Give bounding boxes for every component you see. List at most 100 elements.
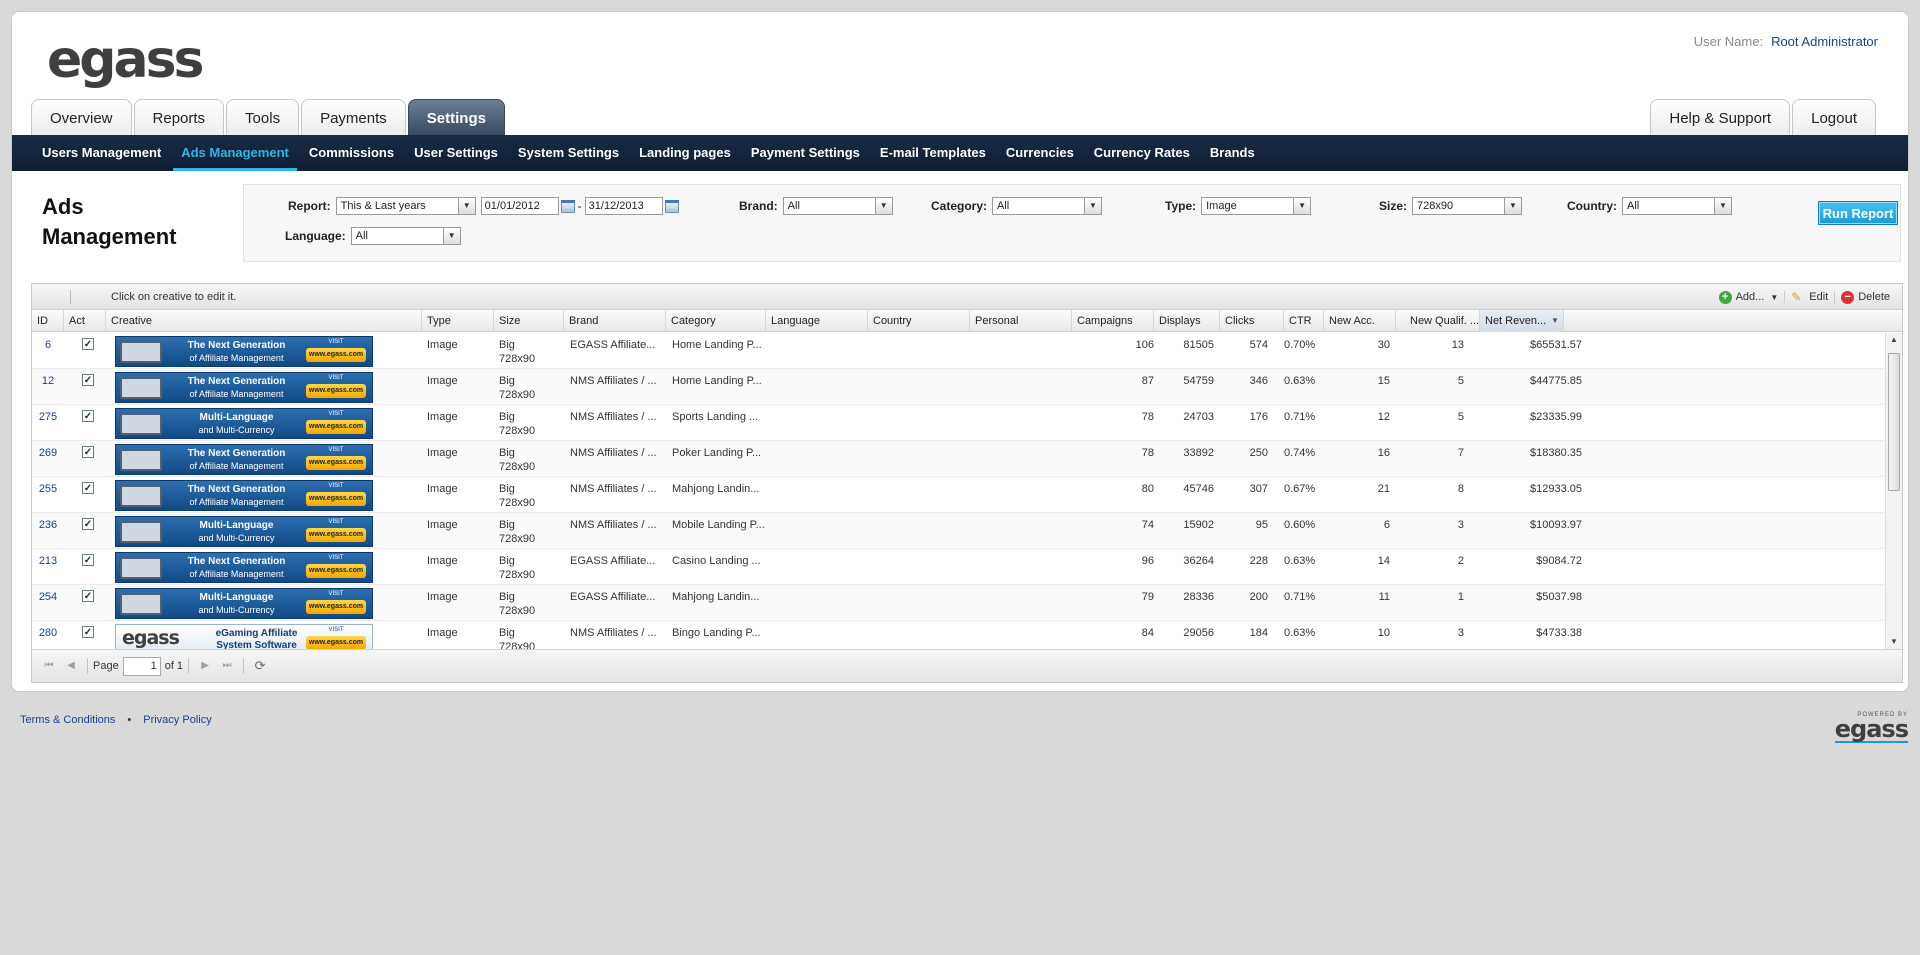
active-checkbox[interactable]: ✓ <box>82 410 94 422</box>
first-page-icon[interactable]: ⏮ <box>41 658 57 674</box>
row-id[interactable]: 213 <box>32 554 64 568</box>
subnav-payment-settings[interactable]: Payment Settings <box>751 135 860 171</box>
creative-banner[interactable]: egass eGaming Affiliate System Software VIS… <box>115 624 373 649</box>
creative-banner[interactable]: The Next Generation of Affiliate Manageme… <box>115 480 373 511</box>
date-from-input[interactable]: 01/01/2012 <box>480 197 559 215</box>
table-row[interactable]: 280 ✓ egass eGaming Affiliate System Softwar… <box>32 621 1885 649</box>
table-row[interactable]: 255 ✓ The Next Generation of Affiliate Mana… <box>32 477 1885 513</box>
subnav-users-management[interactable]: Users Management <box>42 135 161 171</box>
subnav-brands[interactable]: Brands <box>1210 135 1255 171</box>
col-header-creative[interactable]: Creative <box>106 310 422 332</box>
calendar-icon[interactable] <box>560 199 575 213</box>
tab-overview[interactable]: Overview <box>31 99 132 137</box>
active-checkbox[interactable]: ✓ <box>82 554 94 566</box>
tab-reports[interactable]: Reports <box>133 99 225 137</box>
subnav-commissions[interactable]: Commissions <box>309 135 394 171</box>
row-id[interactable]: 269 <box>32 446 64 460</box>
col-header-clicks[interactable]: Clicks <box>1220 310 1284 332</box>
scrollbar-thumb[interactable] <box>1888 353 1900 491</box>
col-header-net-revenue[interactable]: Net Reven... ▼ <box>1480 310 1564 332</box>
row-id[interactable]: 275 <box>32 410 64 424</box>
col-header-personal[interactable]: Personal <box>970 310 1072 332</box>
creative-banner[interactable]: The Next Generation of Affiliate Manageme… <box>115 552 373 583</box>
subnav-currency-rates[interactable]: Currency Rates <box>1094 135 1190 171</box>
language-select[interactable]: All <box>350 227 461 245</box>
col-header-displays[interactable]: Displays <box>1154 310 1220 332</box>
active-checkbox[interactable]: ✓ <box>82 518 94 530</box>
date-to-input[interactable]: 31/12/2013 <box>584 197 663 215</box>
refresh-icon[interactable]: ⟳ <box>252 658 268 674</box>
active-checkbox[interactable]: ✓ <box>82 446 94 458</box>
edit-button[interactable]: ✎ Edit <box>1784 291 1834 303</box>
col-header-type[interactable]: Type <box>422 310 494 332</box>
subnav-currencies[interactable]: Currencies <box>1006 135 1074 171</box>
active-checkbox[interactable]: ✓ <box>82 374 94 386</box>
tab-logout[interactable]: Logout <box>1792 99 1876 137</box>
creative-banner[interactable]: The Next Generation of Affiliate Manageme… <box>115 336 373 367</box>
next-page-icon[interactable]: ▶ <box>197 658 213 674</box>
table-row[interactable]: 6 ✓ The Next Generation of Affiliate Manage… <box>32 333 1885 369</box>
creative-banner[interactable]: The Next Generation of Affiliate Manageme… <box>115 372 373 403</box>
privacy-link[interactable]: Privacy Policy <box>143 714 211 726</box>
col-header-act[interactable]: Act <box>64 310 106 332</box>
subnav-system-settings[interactable]: System Settings <box>518 135 619 171</box>
category-select[interactable]: All <box>992 197 1103 215</box>
active-checkbox[interactable]: ✓ <box>82 482 94 494</box>
col-header-new-acc[interactable]: New Acc. <box>1324 310 1396 332</box>
col-header-id[interactable]: ID <box>32 310 64 332</box>
last-page-icon[interactable]: ⏭ <box>219 658 235 674</box>
active-checkbox[interactable]: ✓ <box>82 338 94 350</box>
row-id[interactable]: 255 <box>32 482 64 496</box>
col-header-ctr[interactable]: CTR <box>1284 310 1324 332</box>
col-header-size[interactable]: Size <box>494 310 564 332</box>
tab-tools[interactable]: Tools <box>226 99 300 137</box>
active-checkbox[interactable]: ✓ <box>82 590 94 602</box>
table-row[interactable]: 269 ✓ The Next Generation of Affiliate Mana… <box>32 441 1885 477</box>
subnav-email-templates[interactable]: E-mail Templates <box>880 135 986 171</box>
col-header-brand[interactable]: Brand <box>564 310 666 332</box>
delete-button[interactable]: − Delete <box>1834 290 1896 304</box>
egass-logo[interactable]: egass <box>47 34 204 86</box>
prev-page-icon[interactable]: ◀ <box>63 658 79 674</box>
scroll-up-icon[interactable]: ▲ <box>1886 333 1902 347</box>
powered-by-logo[interactable]: POWERED BY egass <box>1834 712 1909 743</box>
calendar-icon[interactable] <box>664 199 679 213</box>
col-header-language[interactable]: Language <box>766 310 868 332</box>
subnav-landing-pages[interactable]: Landing pages <box>639 135 731 171</box>
table-row[interactable]: 254 ✓ Multi-Language and Multi-Currency VISI… <box>32 585 1885 621</box>
report-select[interactable]: This & Last years <box>335 197 476 215</box>
table-row[interactable]: 236 ✓ Multi-Language and Multi-Currency VISI… <box>32 513 1885 549</box>
row-id[interactable]: 280 <box>32 626 64 640</box>
row-id[interactable]: 12 <box>32 374 64 388</box>
table-row[interactable]: 275 ✓ Multi-Language and Multi-Currency VISI… <box>32 405 1885 441</box>
brand-select[interactable]: All <box>782 197 893 215</box>
creative-banner[interactable]: The Next Generation of Affiliate Manageme… <box>115 444 373 475</box>
page-number-input[interactable]: 1 <box>122 656 161 676</box>
terms-link[interactable]: Terms & Conditions <box>20 714 115 726</box>
tab-help-support[interactable]: Help & Support <box>1650 99 1791 137</box>
tab-payments[interactable]: Payments <box>301 99 406 137</box>
creative-banner[interactable]: Multi-Language and Multi-Currency VISIT www… <box>115 516 373 547</box>
col-header-country[interactable]: Country <box>868 310 970 332</box>
creative-banner[interactable]: Multi-Language and Multi-Currency VISIT www… <box>115 588 373 619</box>
grid-scrollbar[interactable]: ▲ ▼ <box>1885 333 1902 649</box>
table-row[interactable]: 12 ✓ The Next Generation of Affiliate Manag… <box>32 369 1885 405</box>
table-row[interactable]: 213 ✓ The Next Generation of Affiliate Mana… <box>32 549 1885 585</box>
run-report-button[interactable]: Run Report <box>1818 201 1898 225</box>
scroll-down-icon[interactable]: ▼ <box>1886 635 1902 649</box>
user-name-link[interactable]: Root Administrator <box>1771 34 1878 49</box>
col-header-campaigns[interactable]: Campaigns <box>1072 310 1154 332</box>
col-header-category[interactable]: Category <box>666 310 766 332</box>
row-id[interactable]: 254 <box>32 590 64 604</box>
row-id[interactable]: 6 <box>32 338 64 352</box>
subnav-ads-management[interactable]: Ads Management <box>173 135 297 171</box>
add-button[interactable]: + Add... ▼ <box>1713 290 1785 304</box>
creative-banner[interactable]: Multi-Language and Multi-Currency VISIT www… <box>115 408 373 439</box>
active-checkbox[interactable]: ✓ <box>82 626 94 638</box>
subnav-user-settings[interactable]: User Settings <box>414 135 498 171</box>
row-id[interactable]: 236 <box>32 518 64 532</box>
tab-settings[interactable]: Settings <box>407 99 505 137</box>
size-select[interactable]: 728x90 <box>1412 197 1523 215</box>
col-header-new-qualif[interactable]: New Qualif. ... <box>1396 310 1480 332</box>
type-select[interactable]: Image <box>1201 197 1312 215</box>
